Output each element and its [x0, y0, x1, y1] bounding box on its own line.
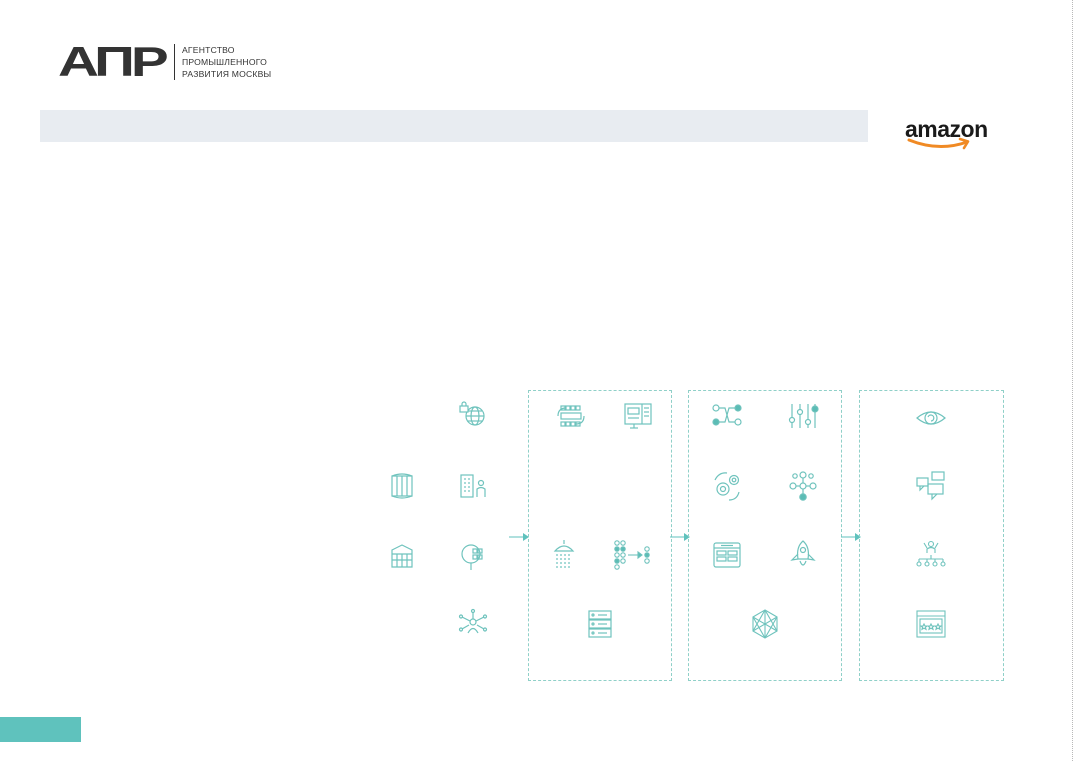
- hexagon-network-icon: [749, 608, 781, 640]
- page-edge-line: [1072, 0, 1073, 761]
- accent-bar: [0, 717, 81, 742]
- table-window-icon: [711, 539, 743, 571]
- agency-name-line: АГЕНТСТВО: [182, 45, 235, 55]
- agency-name-line: ПРОМЫШЛЕННОГО: [182, 57, 267, 67]
- rocket-launch-icon: [787, 539, 819, 571]
- team-hierarchy-icon: [915, 539, 947, 571]
- agency-name: АГЕНТСТВО ПРОМЫШЛЕННОГО РАЗВИТИЯ МОСКВЫ: [182, 44, 302, 80]
- monitor-dashboard-icon: [622, 400, 654, 432]
- logo-divider: [174, 44, 175, 80]
- flow-arrow: [509, 532, 529, 542]
- globe-lock-icon: [457, 398, 489, 430]
- node-connection-icon: [711, 400, 743, 432]
- cpu-chip-sync-icon: [555, 400, 587, 432]
- amazon-smile-icon: [907, 137, 970, 150]
- flow-arrow: [670, 532, 690, 542]
- rating-window-icon: [915, 608, 947, 640]
- slider-controls-icon: [787, 400, 819, 432]
- flow-arrow: [841, 532, 861, 542]
- database-grid-icon: [386, 541, 418, 573]
- magnifier-qr-icon: [457, 541, 489, 573]
- eye-icon: [915, 402, 947, 434]
- gears-cycle-icon: [711, 470, 743, 502]
- office-building-user-icon: [457, 470, 489, 502]
- title-bar: [40, 110, 868, 142]
- amazon-logo: amazon: [905, 116, 1000, 150]
- agency-name-line: РАЗВИТИЯ МОСКВЫ: [182, 69, 272, 79]
- server-rack-icon: [584, 608, 616, 640]
- node-cluster-icon: [787, 470, 819, 502]
- shower-stream-icon: [548, 538, 580, 570]
- logo-mark: АПР: [58, 38, 169, 85]
- chat-bubbles-icon: [915, 470, 947, 502]
- dot-matrix-transform-icon: [612, 538, 652, 570]
- user-network-icon: [457, 608, 489, 640]
- database-cylinder-icon: [386, 470, 418, 502]
